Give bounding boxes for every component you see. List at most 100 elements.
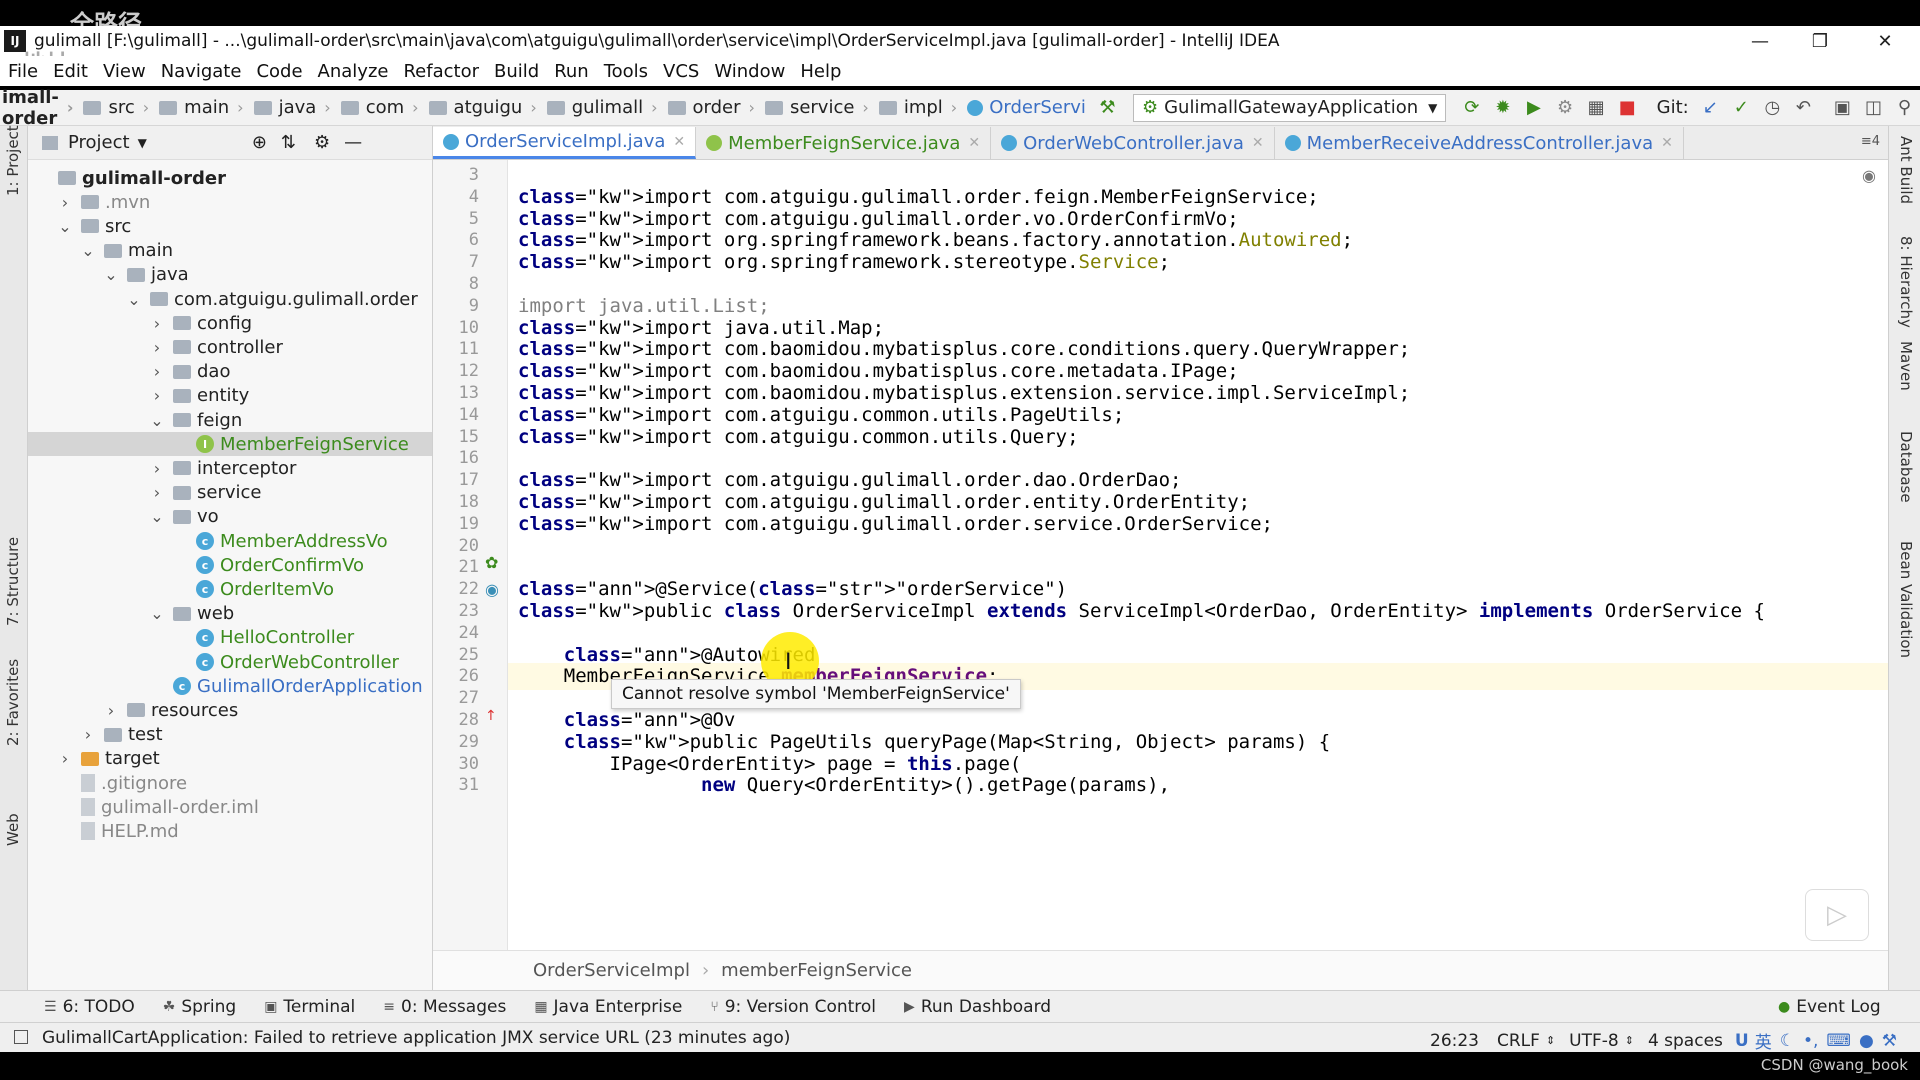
debug-icon[interactable]: ✹ xyxy=(1493,96,1512,120)
menu-window[interactable]: Window xyxy=(714,61,785,82)
history-icon[interactable]: ◷ xyxy=(1763,96,1782,120)
ime-language[interactable]: 英 xyxy=(1755,1028,1772,1053)
chevron-right-icon[interactable]: › xyxy=(149,459,165,478)
tree-item[interactable]: ⌄ com.atguigu.gulimall.order xyxy=(28,287,432,311)
menu-edit[interactable]: Edit xyxy=(53,61,88,82)
editor-tab[interactable]: OrderServiceImpl.java ✕ xyxy=(433,127,697,159)
editor-breadcrumb-class[interactable]: OrderServiceImpl xyxy=(533,960,690,981)
chevron-right-icon[interactable]: › xyxy=(149,338,165,357)
nav-crumb[interactable]: gulimall › xyxy=(543,97,658,118)
chevron-down-icon[interactable]: ⌄ xyxy=(103,265,119,284)
menu-help[interactable]: Help xyxy=(800,61,841,82)
tree-item[interactable]: c GulimallOrderApplication xyxy=(28,674,432,698)
editor-breadcrumb-member[interactable]: memberFeignService xyxy=(721,960,912,981)
nav-crumb[interactable]: main › xyxy=(155,97,244,118)
menu-analyze[interactable]: Analyze xyxy=(318,61,389,82)
run-config-select[interactable]: ⚙ GulimallGatewayApplication ▼ xyxy=(1132,93,1447,122)
coverage-icon[interactable]: ▶ xyxy=(1524,96,1543,120)
left-tool-tab[interactable]: Web xyxy=(4,813,22,846)
tree-item[interactable]: › target xyxy=(28,747,432,771)
tree-item[interactable]: › dao xyxy=(28,360,432,384)
tool-window-button[interactable]: ⑂ 9: Version Control xyxy=(710,997,876,1017)
tool-window-button[interactable]: ☘ Spring xyxy=(163,997,236,1017)
chevron-down-icon[interactable]: ⌄ xyxy=(149,507,165,526)
right-tool-tab[interactable]: 8: Hierarchy xyxy=(1897,236,1915,328)
gear-icon[interactable]: ⚙ xyxy=(314,132,330,153)
line-separator[interactable]: CRLF xyxy=(1497,1031,1540,1051)
menu-run[interactable]: Run xyxy=(554,61,589,82)
right-tool-tab[interactable]: Bean Validation xyxy=(1897,541,1915,658)
close-tab-icon[interactable]: ✕ xyxy=(968,135,980,151)
editor-tab[interactable]: MemberFeignService.java ✕ xyxy=(696,127,992,159)
nav-crumb[interactable]: imall-order › xyxy=(2,87,73,129)
tree-item[interactable]: c HelloController xyxy=(28,626,432,650)
chevron-right-icon[interactable]: › xyxy=(149,314,165,333)
nav-crumb[interactable]: atguigu › xyxy=(425,97,537,118)
chevron-down-icon[interactable]: ⌄ xyxy=(57,217,73,236)
editor-tab[interactable]: MemberReceiveAddressController.java ✕ xyxy=(1275,127,1684,159)
tree-item[interactable]: c OrderWebController xyxy=(28,650,432,674)
chevron-right-icon[interactable]: › xyxy=(57,749,73,768)
chevron-right-icon[interactable]: › xyxy=(57,193,73,212)
menu-build[interactable]: Build xyxy=(494,61,539,82)
menu-code[interactable]: Code xyxy=(256,61,302,82)
tree-item[interactable]: ⌄ feign xyxy=(28,408,432,432)
menu-view[interactable]: View xyxy=(103,61,146,82)
chevron-down-icon[interactable]: ▼ xyxy=(138,136,147,150)
override-icon[interactable]: ↑ xyxy=(485,708,497,724)
locate-icon[interactable]: ⊕ xyxy=(252,132,267,153)
restore-button[interactable]: ❐ xyxy=(1790,26,1850,56)
search-icon[interactable]: ⚲ xyxy=(1895,96,1914,120)
nav-crumb[interactable]: order › xyxy=(664,97,755,118)
tool-window-button[interactable]: ▦ Java Enterprise xyxy=(534,997,682,1017)
tree-item[interactable]: .gitignore xyxy=(28,771,432,795)
tree-item[interactable]: gulimall-order xyxy=(28,166,432,190)
tree-item[interactable]: c MemberAddressVo xyxy=(28,529,432,553)
video-play-icon[interactable]: ▷ xyxy=(1805,889,1869,941)
tree-item[interactable]: › service xyxy=(28,481,432,505)
stop-icon[interactable]: ■ xyxy=(1618,96,1637,120)
event-log-button[interactable]: ● Event Log xyxy=(1778,997,1881,1017)
nav-crumb[interactable]: service › xyxy=(761,97,869,118)
chevron-down-icon[interactable]: ⌄ xyxy=(126,290,142,309)
hide-icon[interactable]: — xyxy=(344,132,362,153)
tree-item[interactable]: ⌄ src xyxy=(28,214,432,238)
caret-position[interactable]: 26:23 xyxy=(1430,1031,1479,1051)
tree-item[interactable]: c OrderConfirmVo xyxy=(28,553,432,577)
nav-crumb[interactable]: impl › xyxy=(875,97,957,118)
nav-crumb[interactable]: java › xyxy=(250,97,331,118)
menu-refactor[interactable]: Refactor xyxy=(403,61,479,82)
chevron-right-icon[interactable]: › xyxy=(149,386,165,405)
profile-icon[interactable]: ⚙ xyxy=(1556,96,1575,120)
left-tool-tab[interactable]: 2: Favorites xyxy=(4,659,22,746)
close-tab-icon[interactable]: ✕ xyxy=(673,134,685,150)
indent-setting[interactable]: 4 spaces xyxy=(1648,1031,1723,1051)
revert-icon[interactable]: ↶ xyxy=(1794,96,1813,120)
git-update-icon[interactable]: ↙ xyxy=(1701,96,1720,120)
tree-item[interactable]: HELP.md xyxy=(28,819,432,843)
tree-item[interactable]: › .mvn xyxy=(28,190,432,214)
menu-navigate[interactable]: Navigate xyxy=(161,61,242,82)
tree-item[interactable]: › entity xyxy=(28,384,432,408)
right-tool-tab[interactable]: Database xyxy=(1897,431,1915,503)
tree-item[interactable]: I MemberFeignService xyxy=(28,432,432,457)
code-area[interactable]: class="kw">import com.atguigu.gulimall.o… xyxy=(518,160,1878,950)
close-button[interactable]: ✕ xyxy=(1855,26,1915,56)
tree-item[interactable]: › controller xyxy=(28,335,432,359)
tree-item[interactable]: ⌄ vo xyxy=(28,505,432,529)
tool-window-button[interactable]: ☰ 6: TODO xyxy=(44,997,135,1017)
chevron-down-icon[interactable]: ⌄ xyxy=(149,604,165,623)
menu-vcs[interactable]: VCS xyxy=(663,61,699,82)
layout-icon[interactable]: ◫ xyxy=(1864,96,1883,120)
left-tool-tab[interactable]: 1: Project xyxy=(4,125,22,196)
editor-tab[interactable]: OrderWebController.java ✕ xyxy=(991,127,1275,159)
tree-item[interactable]: › interceptor xyxy=(28,456,432,480)
status-message[interactable]: GulimallCartApplication: Failed to retri… xyxy=(42,1028,790,1048)
nav-crumb[interactable]: OrderServi xyxy=(963,97,1086,118)
git-commit-icon[interactable]: ✓ xyxy=(1732,96,1751,120)
collapse-all-icon[interactable]: ⇅ xyxy=(281,132,296,153)
tool-window-button[interactable]: ▶ Run Dashboard xyxy=(904,997,1051,1017)
menu-tools[interactable]: Tools xyxy=(604,61,648,82)
right-tool-tab[interactable]: Ant Build xyxy=(1897,136,1915,204)
spring-bean-icon-2[interactable]: ◉ xyxy=(485,580,499,599)
